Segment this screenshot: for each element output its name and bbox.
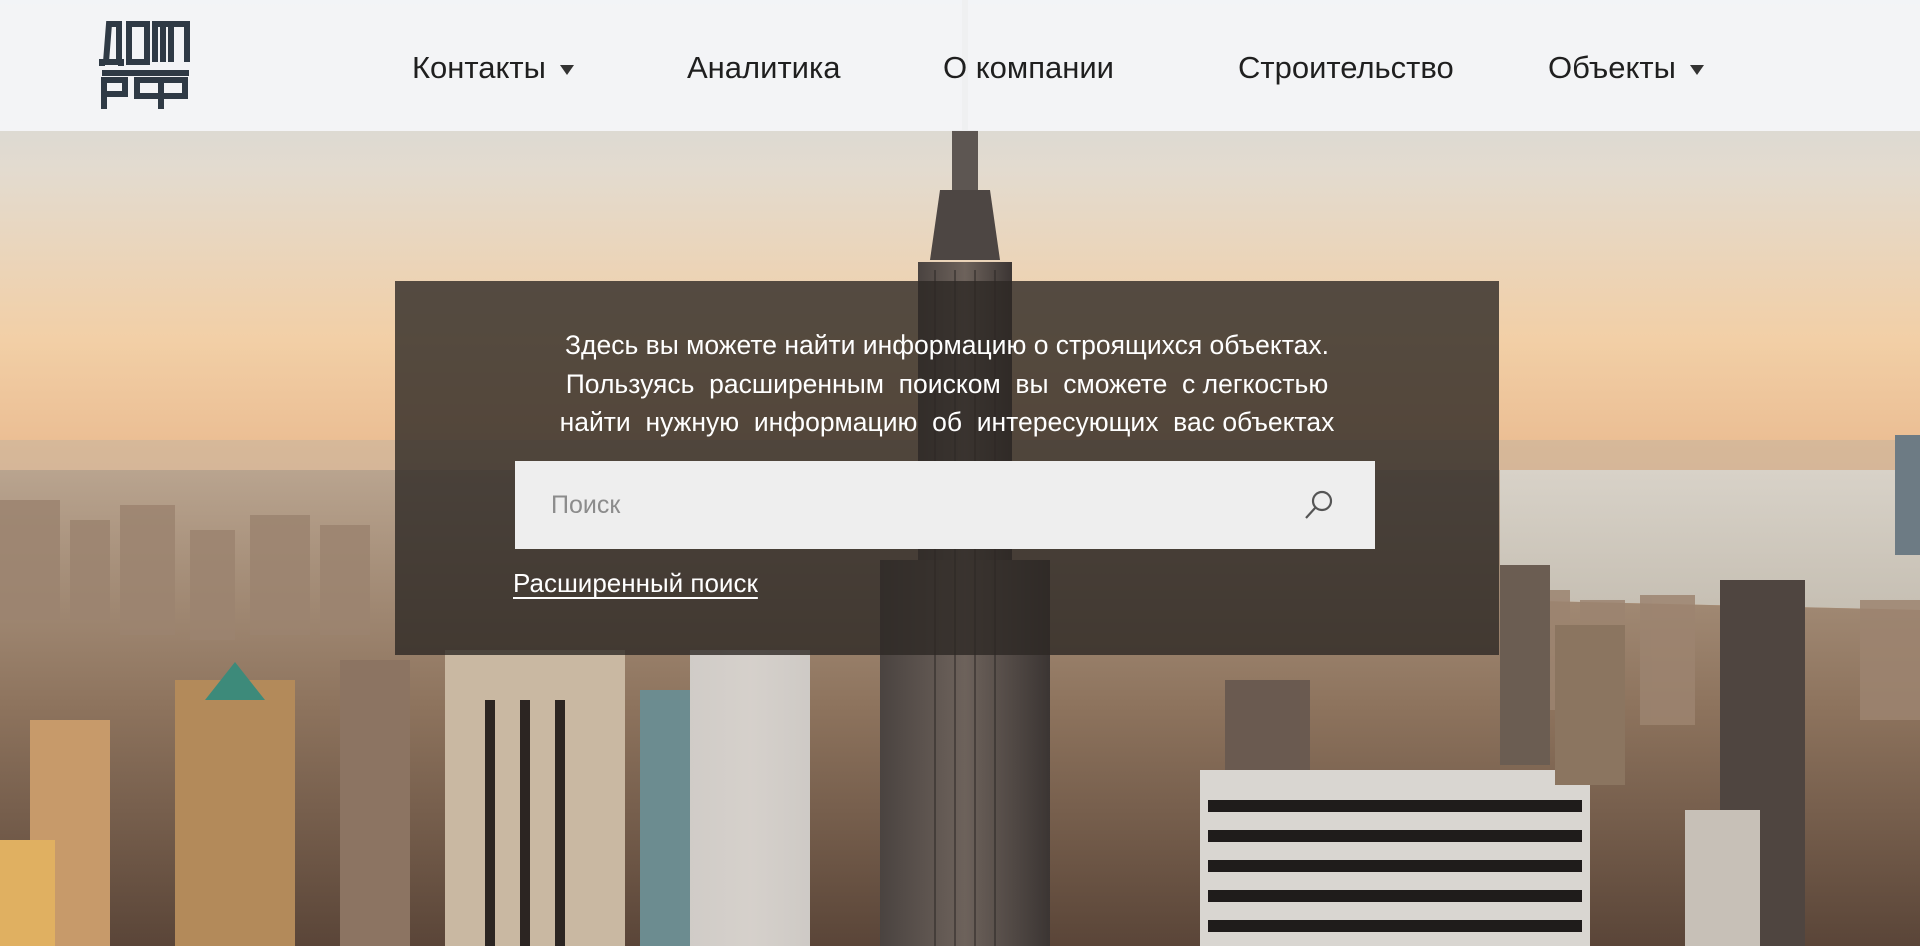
chevron-down-icon [559,64,574,75]
advanced-search-link[interactable]: Расширенный поиск [513,568,758,599]
site-header: Контакты Аналитика О компании Строительс… [0,0,1920,131]
search-input[interactable] [515,461,1289,549]
chevron-down-icon [1689,64,1704,75]
nav-item-objects[interactable]: Объекты [1548,48,1704,88]
nav-item-about[interactable]: О компании [943,48,1114,88]
intro-line: Пользуясь расширенным поиском вы сможете… [565,368,1329,399]
intro-line: Здесь вы можете найти информацию о строя… [565,330,1329,360]
nav-item-label: О компании [943,50,1114,85]
nav-item-contacts[interactable]: Контакты [412,48,574,88]
dom-rf-logo[interactable] [99,18,192,110]
search-box [515,461,1375,549]
intro-line: найти нужную информацию об интересующих … [559,407,1335,437]
nav-item-label: Объекты [1548,50,1676,85]
nav-item-label: Аналитика [687,50,841,85]
search-panel: Здесь вы можете найти информацию о строя… [395,281,1499,655]
nav-item-analytics[interactable]: Аналитика [687,48,840,88]
nav-item-label: Строительство [1238,50,1454,85]
search-icon[interactable] [1289,475,1349,535]
search-intro-text: Здесь вы можете найти информацию о строя… [395,326,1499,442]
nav-item-construction[interactable]: Строительство [1238,48,1454,88]
nav-item-label: Контакты [412,50,546,85]
